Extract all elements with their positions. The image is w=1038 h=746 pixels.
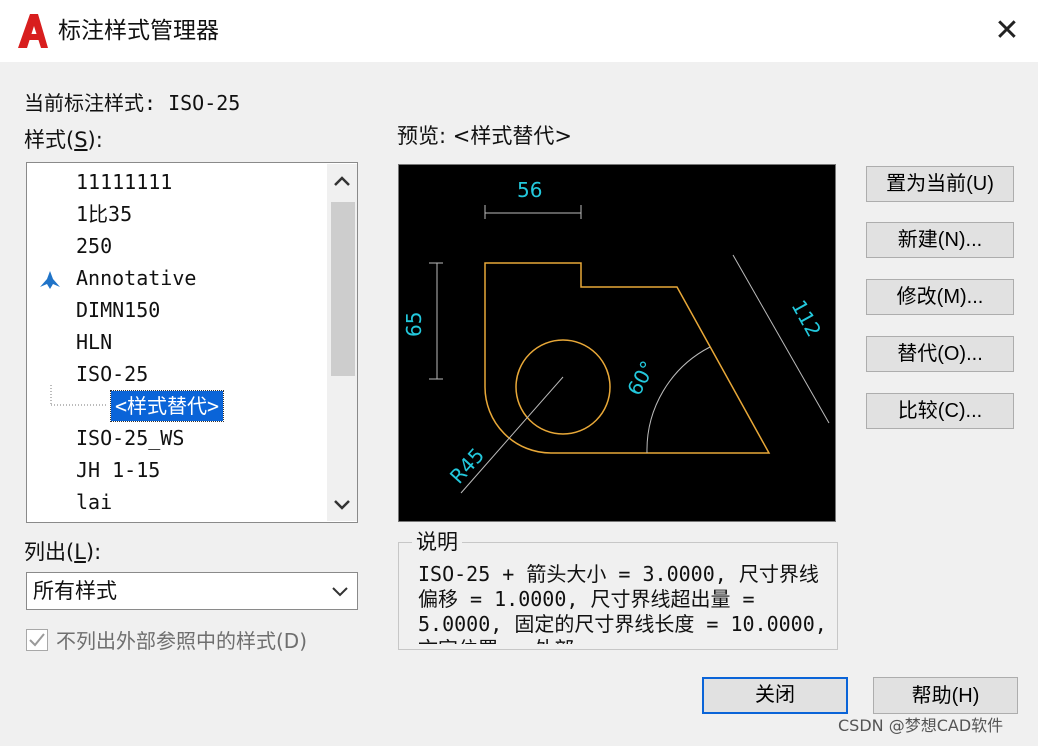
close-icon[interactable]: ✕ bbox=[990, 14, 1024, 48]
dimension-preview: 56 65 112 60° R45 bbox=[398, 164, 836, 522]
styles-label: 样式(S): bbox=[24, 128, 103, 152]
compare-button[interactable]: 比较(C)... bbox=[866, 393, 1014, 429]
dim-65-text: 65 bbox=[402, 312, 426, 337]
description-legend: 说明 bbox=[412, 528, 462, 556]
current-style-label: 当前标注样式: ISO-25 bbox=[24, 91, 241, 115]
xref-checkbox[interactable] bbox=[26, 629, 48, 651]
list-item[interactable]: DIMN150 bbox=[76, 295, 160, 325]
list-item[interactable]: JH 1-15 bbox=[76, 455, 160, 485]
help-button[interactable]: 帮助(H) bbox=[873, 677, 1018, 714]
dim-112-text: 112 bbox=[787, 296, 827, 341]
list-item[interactable]: Annotative bbox=[76, 263, 196, 293]
list-item[interactable]: lai bbox=[76, 487, 112, 517]
style-list[interactable]: 11111111 1比35 250 Annotative DIMN150 HLN… bbox=[26, 162, 358, 523]
selected-style-override[interactable]: <样式替代> bbox=[109, 390, 225, 422]
scrollbar-thumb[interactable] bbox=[331, 202, 355, 376]
list-item[interactable]: ISO-25_WS bbox=[76, 423, 184, 453]
list-scrollbar[interactable] bbox=[327, 164, 357, 521]
description-text: ISO-25 + 箭头大小 = 3.0000, 尺寸界线偏移 = 1.0000,… bbox=[418, 562, 827, 644]
new-button[interactable]: 新建(N)... bbox=[866, 222, 1014, 258]
watermark: CSDN @梦想CAD软件 bbox=[838, 716, 1004, 735]
autocad-logo-icon bbox=[18, 14, 48, 48]
xref-checkbox-label: 不列出外部参照中的样式(D) bbox=[56, 629, 308, 653]
checkmark-icon bbox=[29, 633, 45, 647]
scroll-up-icon[interactable] bbox=[327, 166, 357, 196]
dim-56-text: 56 bbox=[517, 178, 542, 202]
list-item[interactable]: 11111111 bbox=[76, 167, 172, 197]
dim-radius-text: R45 bbox=[445, 443, 489, 488]
modify-button[interactable]: 修改(M)... bbox=[866, 279, 1014, 315]
override-button[interactable]: 替代(O)... bbox=[866, 336, 1014, 372]
list-filter-label: 列出(L): bbox=[24, 540, 102, 564]
part-outline bbox=[484, 262, 771, 454]
list-item[interactable]: 250 bbox=[76, 231, 112, 261]
scroll-down-icon[interactable] bbox=[327, 490, 357, 520]
close-button[interactable]: 关闭 bbox=[702, 677, 848, 714]
list-filter-value: 所有样式 bbox=[33, 579, 117, 603]
chevron-down-icon bbox=[332, 587, 348, 597]
list-item[interactable]: 1比35 bbox=[76, 199, 132, 229]
preview-label: 预览: <样式替代> bbox=[397, 124, 572, 148]
window-title: 标注样式管理器 bbox=[58, 18, 219, 44]
hole-circle bbox=[515, 339, 611, 435]
annotative-icon bbox=[40, 271, 60, 289]
preview-drawing: 56 65 112 60° R45 bbox=[402, 178, 830, 494]
dim-angle-text: 60° bbox=[622, 357, 660, 400]
list-item[interactable]: HLN bbox=[76, 327, 112, 357]
set-current-button[interactable]: 置为当前(U) bbox=[866, 166, 1014, 202]
tree-connector bbox=[50, 385, 107, 406]
list-filter-dropdown[interactable]: 所有样式 bbox=[26, 572, 358, 610]
